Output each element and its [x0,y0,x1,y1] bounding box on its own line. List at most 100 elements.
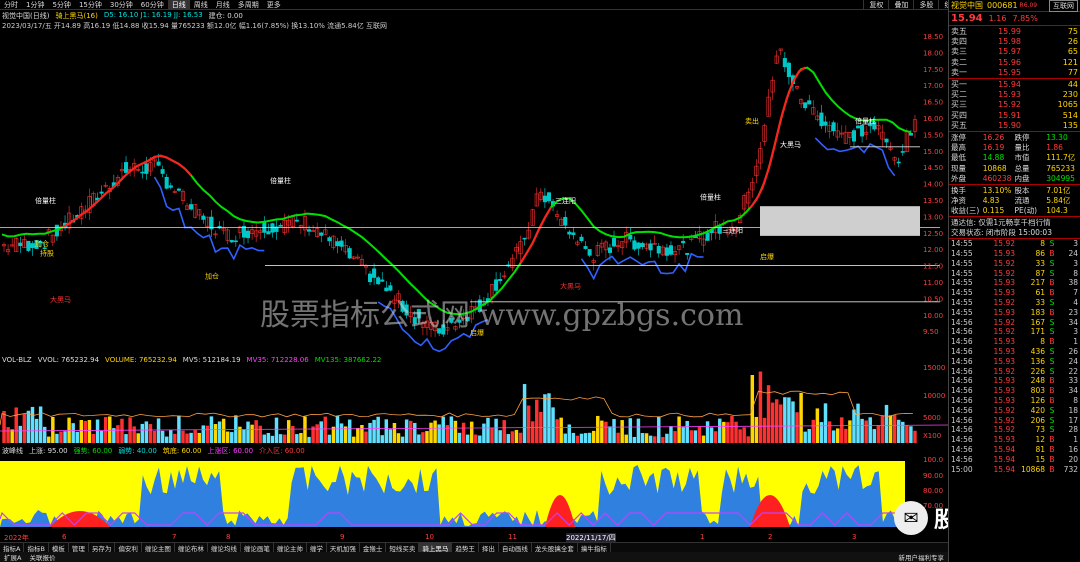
stat-cell: 1.86 [1046,142,1063,152]
toolbar-button-1[interactable]: 叠加 [888,0,913,10]
indicator-tab-4[interactable]: 另存为 [89,543,116,553]
toolbar-button-0[interactable]: 复权 [863,0,888,10]
wave-indicator-chart[interactable] [0,455,948,533]
indicator-tab-5[interactable]: 偏安利 [115,543,142,553]
volume-bar [831,430,836,443]
indicator-tab-10[interactable]: 缠论主帅 [274,543,307,553]
candle-body [860,124,865,137]
tick-direction: S [1049,366,1055,376]
stat-cell: 14.88 [982,153,1005,163]
indicator-tab-20[interactable]: 擒牛指标 [578,543,611,553]
sell-label: 卖二 [951,57,967,67]
volume-bar [457,432,462,443]
volume-bar [193,430,197,443]
trend-line [1,66,912,316]
indicator-tab-11[interactable]: 缠学 [307,543,327,553]
volume-chart[interactable] [0,365,948,445]
volume-bar [636,418,641,443]
buy-volume: 44 [1067,79,1078,89]
tick-price: 15.94 [993,454,1015,464]
candle-body [632,240,637,250]
stat-cell: 总量 [1014,163,1030,173]
candle-body [278,225,283,227]
indicator-tab-7[interactable]: 缠论布林 [175,543,208,553]
price-axis-label: 13.00 [923,213,943,221]
indicator-tab-0[interactable]: 指标A [0,543,25,553]
candle-body [327,237,332,242]
volume-bar [91,434,96,443]
indicator-tab-16[interactable]: 趋势王 [452,543,479,553]
volume-bar [303,416,307,443]
notice[interactable]: 通达信: 仅需1元畅享千档行情 [949,217,1080,227]
volume-bar [608,426,612,443]
symbol-header: 视觉中国(日线) 骑上黑马(16) D5: 16.10 J1: 16.19 JJ… [2,11,243,21]
period-tab-9[interactable]: 多周期 [234,0,263,10]
vol-mv5: MV5: 512184.19 [182,356,241,364]
sector-tag[interactable]: 互联网 [1049,0,1078,12]
indicator-tab-15[interactable]: 骑上黑马 [419,543,453,553]
period-tab-8[interactable]: 月线 [212,0,234,10]
indicator-tab-19[interactable]: 龙头股擒全套 [532,543,578,553]
period-tab-1[interactable]: 1分钟 [22,0,48,10]
volume-bar [787,397,791,443]
stat-cell: 量比 [1014,143,1030,152]
indicator-tab-1[interactable]: 指标B [24,543,49,553]
quote-code: 000681 [987,1,1018,10]
period-tab-4[interactable]: 30分钟 [106,0,137,10]
volume-bar [612,419,616,443]
volume-bar [437,424,441,443]
indicator-tab-14[interactable]: 短线买卖 [386,543,420,553]
indicator-tab-9[interactable]: 缠论画笔 [241,543,274,553]
period-tab-5[interactable]: 60分钟 [137,0,168,10]
indicator-tab-12[interactable]: 天机加强 [327,543,360,553]
indicator-tab-6[interactable]: 缠论主图 [142,543,175,553]
buy-row: 买五 15.90 135 [949,121,1080,131]
candle-body [160,169,165,174]
indicator-name[interactable]: 骑上黑马(16) [55,11,97,21]
toolbar-button-2[interactable]: 多股 [913,0,938,10]
tick-list[interactable]: 14:55 15.92 8 S 3 14:55 15.93 86 B 24 14:55 15.92 33… [949,239,1080,474]
indicator-tab-13[interactable]: 金猴士 [360,543,387,553]
indicator-tab-18[interactable]: 自动画线 [499,543,532,553]
promo-link[interactable]: 新用户福利专享 [895,552,949,562]
period-tab-10[interactable]: 更多 [263,0,285,10]
tick-time: 14:55 [951,297,973,307]
indicator-tab-2[interactable]: 模板 [49,543,69,553]
tick-row: 14:56 15.92 420 S 18 [949,405,1080,415]
period-tab-7[interactable]: 周线 [190,0,212,10]
bottom-tab-1[interactable]: 关联报价 [25,552,59,562]
period-tab-3[interactable]: 15分钟 [75,0,106,10]
signal-label: 倍量柱 [700,193,721,202]
volume-bar [335,415,340,443]
tick-volume: 183 [1030,307,1045,317]
period-tab-6[interactable]: 日线 [167,0,190,10]
signal-label: 大黑马 [50,295,71,304]
tick-price: 15.92 [993,415,1015,425]
period-tab-0[interactable]: 分时 [0,0,22,10]
volume-bar [87,419,92,443]
tick-direction: S [1049,239,1055,249]
buy-orders: 买一 15.94 44 买二 15.93 230 买三 15.92 1065 买四 15.91 514… [949,79,1080,131]
period-tab-2[interactable]: 5分钟 [48,0,74,10]
wave-axis-label: 90.00 [923,472,943,480]
indicator-tab-3[interactable]: 管理 [69,543,89,553]
volume-bar [197,432,201,443]
tick-price: 15.92 [993,405,1015,415]
candle-body [339,240,344,247]
tick-direction: B [1049,435,1055,445]
volume-bar [474,434,478,443]
tick-time: 14:56 [951,376,973,386]
volume-bar [913,430,917,443]
symbol-name[interactable]: 视觉中国(日线) [2,11,49,21]
tick-count: 1 [1073,337,1078,347]
bottom-tab-0[interactable]: 扩展A [0,552,25,562]
price-axis-label: 17.50 [923,66,943,74]
volume-bar [221,418,226,443]
volume-bar [518,432,523,443]
stat2-cell: 换手 [951,185,966,195]
volume-bar [469,421,474,443]
indicator-tab-17[interactable]: 择出 [479,543,499,553]
indicator-tab-8[interactable]: 缠论均线 [208,543,241,553]
volume-bar [892,415,897,443]
volume-bar [254,420,258,443]
